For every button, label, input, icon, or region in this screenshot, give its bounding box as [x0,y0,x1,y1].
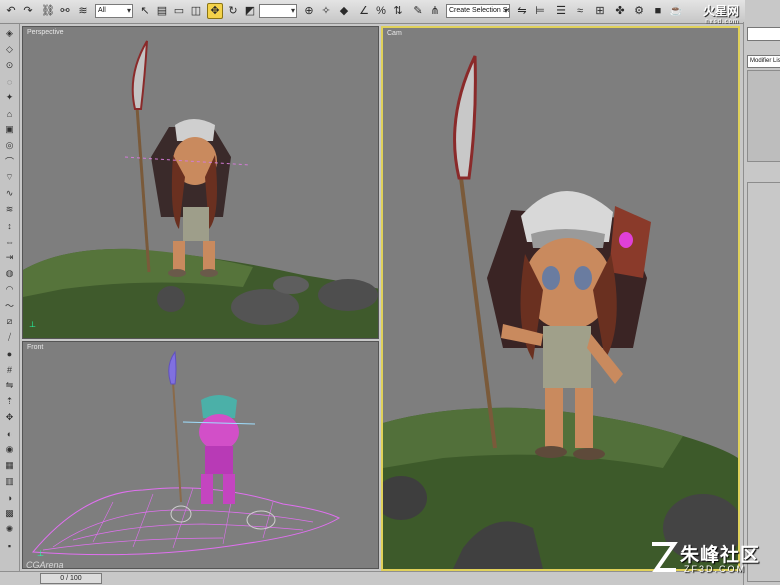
display-icon[interactable]: ✦ [2,91,17,104]
cgarena-watermark: CGArena [26,560,64,570]
watermark-url: ZF3D.COM [684,564,746,574]
xform-icon[interactable]: ✥ [2,411,17,424]
front-viewport[interactable]: Front ⊥ [22,341,379,569]
select-and-scale-icon[interactable]: ◩ [242,3,258,19]
angle-snap-icon[interactable]: ∠ [356,3,372,19]
preserve-icon[interactable]: ◐ [2,427,17,440]
select-and-move-icon[interactable]: ✥ [207,3,223,19]
camera-icon[interactable]: ▩ [2,507,17,520]
displace-icon[interactable]: ⇡ [2,395,17,408]
time-slider-bar: 0 / 100 [0,571,743,585]
material-editor-icon[interactable]: ✤ [612,3,628,19]
viewport-label-perspective[interactable]: Perspective [27,29,64,36]
modifier-stack[interactable] [747,70,780,162]
zf3d-logo-icon [652,542,678,572]
camera-viewport[interactable]: Cam [381,26,740,571]
select-and-rotate-icon[interactable]: ↻ [225,3,241,19]
morpher-icon[interactable]: ◑ [2,491,17,504]
curve-editor-icon[interactable]: ≈ [572,3,588,19]
select-and-manipulate-icon[interactable]: ✧ [318,3,334,19]
mirror-icon[interactable]: ⇋ [514,3,530,19]
squeeze-icon[interactable]: ⇔ [2,235,17,248]
bend-icon[interactable]: ⌒ [2,155,17,168]
zf3d-watermark: 朱峰社区 ZF3D.COM [648,540,776,580]
watermark-subtext: hxsd.com [705,19,739,25]
select-by-name-icon[interactable]: ▤ [154,3,170,19]
relax-icon[interactable]: ◍ [2,267,17,280]
skin-icon[interactable]: ▥ [2,475,17,488]
create-icon[interactable]: ◈ [2,27,17,40]
stretch-icon[interactable]: ↕ [2,219,17,232]
percent-snap-icon[interactable]: % [373,3,389,19]
wave-icon[interactable]: 〜 [2,299,17,312]
hierarchy-icon[interactable]: ⊙ [2,59,17,72]
window-crossing-icon[interactable]: ◫ [188,3,204,19]
watermark-brand: 朱峰社区 [680,545,761,566]
unlink-icon[interactable]: ⚯ [57,3,73,19]
layer-manager-icon[interactable]: ☰ [553,3,569,19]
unwrap-uvw-icon[interactable]: ▦ [2,459,17,472]
mirror-modifier-icon[interactable]: ⇋ [2,379,17,392]
schematic-view-icon[interactable]: ⊞ [592,3,608,19]
watermark-text: 火星网 [702,4,739,18]
named-selection-sets-dropdown[interactable]: Create Selection Set [446,4,510,18]
command-panel-rollout[interactable] [747,182,780,582]
reference-coordinate-dropdown[interactable] [259,4,297,18]
render-setup-icon[interactable]: ⚙ [631,3,647,19]
rendered-frame-icon[interactable]: ■ [650,3,666,19]
rect-selection-region-icon[interactable]: ▭ [171,3,187,19]
hxsd-watermark: 火星网 hxsd.com [703,2,739,25]
viewport-label-front[interactable]: Front [27,344,43,351]
perspective-viewport[interactable]: Perspective ⊥ [22,26,379,339]
lattice-icon[interactable]: # [2,363,17,376]
ripple-icon[interactable]: ◠ [2,283,17,296]
slice-icon[interactable]: ⧸ [2,331,17,344]
spherify-icon[interactable]: ● [2,347,17,360]
select-link-icon[interactable]: ⛓ [40,3,56,19]
front-wireframe: ⊥ [31,350,341,558]
camera-render [383,55,738,569]
selection-filter-dropdown[interactable]: All [95,4,133,18]
redo-icon[interactable]: ↷ [20,3,36,19]
undo-icon[interactable]: ↶ [3,3,19,19]
mesh-smooth-icon[interactable]: ◉ [2,443,17,456]
push-icon[interactable]: ⇥ [2,251,17,264]
box-icon[interactable]: ▣ [2,123,17,136]
noise-icon[interactable]: ≋ [2,203,17,216]
modify-icon[interactable]: ◇ [2,43,17,56]
bind-space-warp-icon[interactable]: ≋ [75,3,91,19]
viewport-label-camera[interactable]: Cam [387,30,402,37]
selection-lock-icon[interactable]: ⋔ [427,3,443,19]
light-icon[interactable]: ✺ [2,523,17,536]
perspective-render: ⊥ [23,40,378,338]
align-icon[interactable]: ⊨ [532,3,548,19]
select-object-icon[interactable]: ↖ [137,3,153,19]
modifier-list-dropdown[interactable]: Modifier List [747,55,780,68]
render-icon[interactable]: ▪ [2,539,17,552]
quick-render-icon[interactable]: ☕ [668,3,684,19]
main-toolbar: ↶ ↷ ⛓ ⚯ ≋ All ↖ ▤ ▭ ◫ ✥ ↻ ◩ ⊕ ✧ ◆ ∠ % ⇅ … [0,0,745,25]
twist-icon[interactable]: ∿ [2,187,17,200]
skew-icon[interactable]: ⧄ [2,315,17,328]
utilities-icon[interactable]: ⌂ [2,107,17,120]
motion-icon[interactable]: ◌ [2,75,17,88]
snaps-toggle-icon[interactable]: ◆ [336,3,352,19]
time-slider[interactable]: 0 / 100 [40,573,102,584]
left-toolbar: ◈ ◇ ⊙ ◌ ✦ ⌂ ▣ ◎ ⌒ ⌔ ∿ ≋ ↕ ⇔ ⇥ ◍ ◠ 〜 ⧄ ⧸ … [0,24,20,585]
cylinder-icon[interactable]: ◎ [2,139,17,152]
taper-icon[interactable]: ⌔ [2,171,17,184]
svg-text:⊥: ⊥ [37,549,44,558]
object-name-field[interactable] [747,27,780,41]
command-panel: Modifier List [743,22,780,585]
edit-named-selection-icon[interactable]: ✎ [410,3,426,19]
svg-text:⊥: ⊥ [29,320,36,329]
spinner-snap-icon[interactable]: ⇅ [390,3,406,19]
use-pivot-center-icon[interactable]: ⊕ [301,3,317,19]
